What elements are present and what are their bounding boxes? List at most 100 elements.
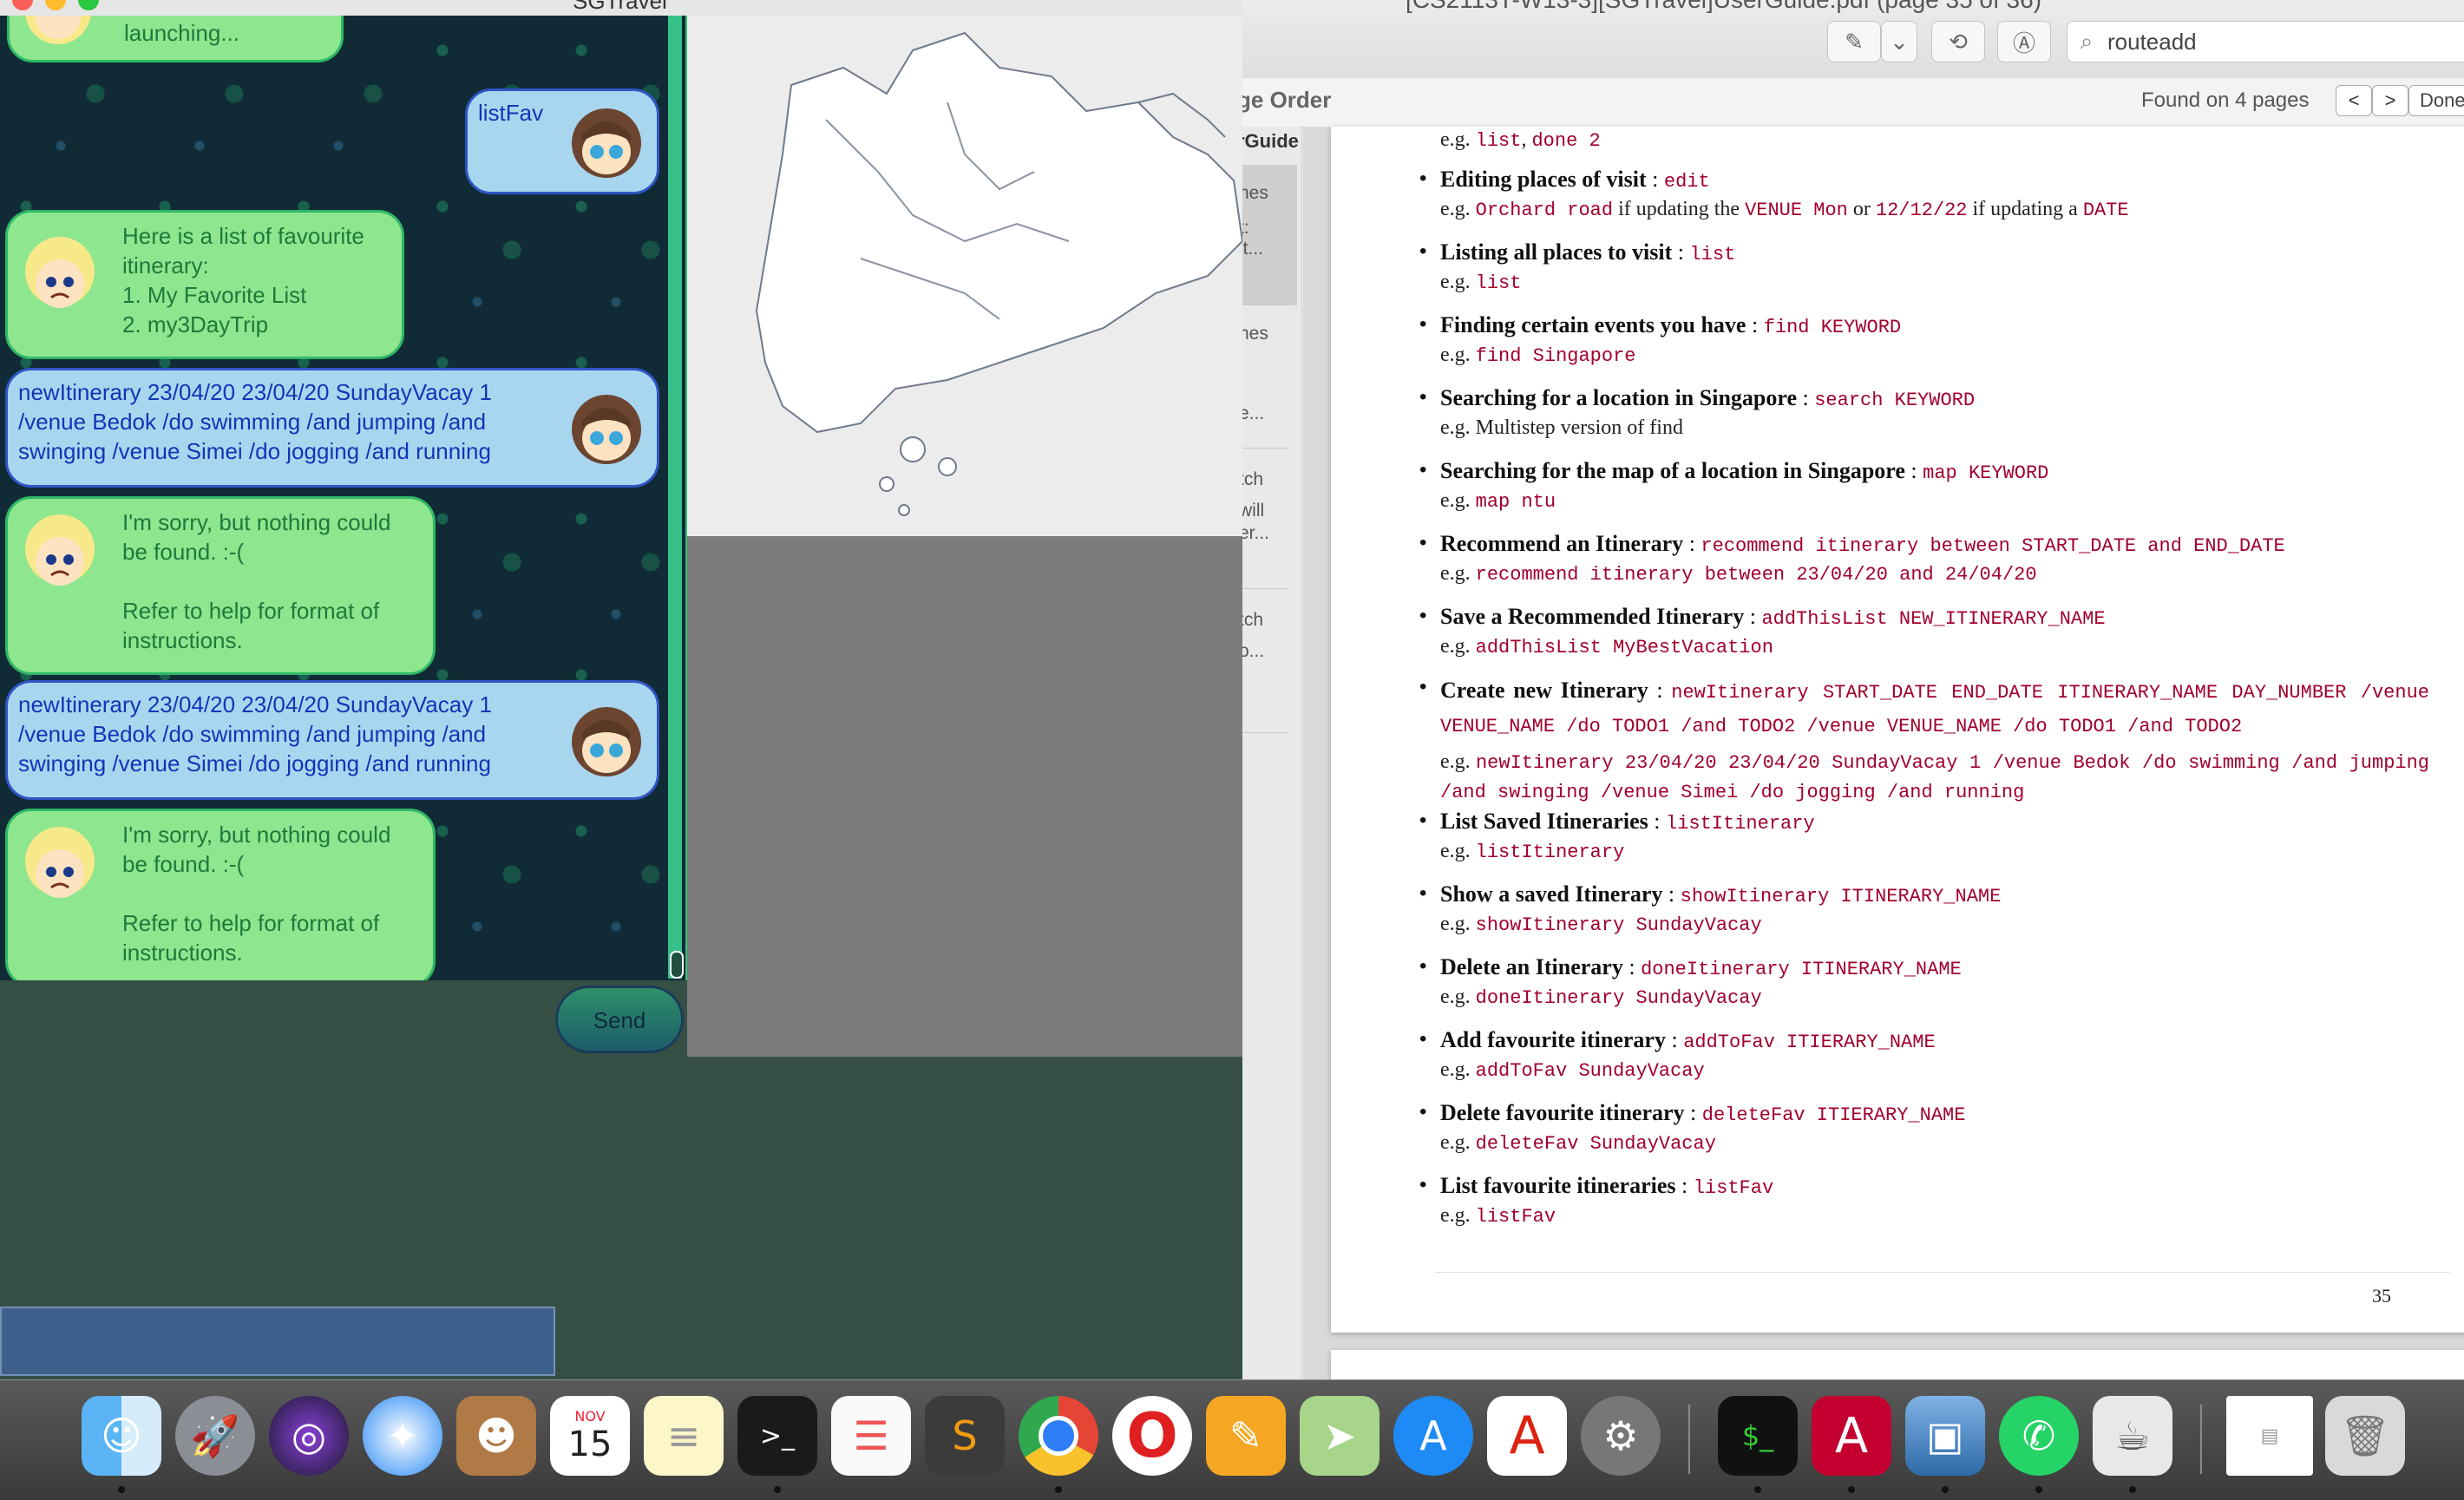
search-input[interactable] [2106,27,2439,56]
reminders-icon[interactable]: ☰ [831,1396,911,1476]
heading-text: Save a Recommended Itinerary [1440,604,1745,629]
chat-pane[interactable]: launching... listFav Here is a list of f… [0,16,689,980]
pdf-document-area[interactable]: e.g. list, done 2 • Editing places of vi… [1303,127,2464,1388]
trash-icon[interactable]: 🗑 [2325,1396,2405,1476]
doc-heading: Add favourite itinerary : addToFav ITIER… [1440,1027,1936,1053]
running-indicator [774,1486,781,1493]
screenshot-thumbnail-icon[interactable]: ▤ [2226,1396,2313,1476]
example-prefix: e.g. [1440,271,1471,293]
search-field[interactable]: ⌕ [2067,21,2464,62]
search-result-item[interactable]: tch [1239,468,1263,491]
running-indicator [1055,1486,1062,1493]
find-next-button[interactable]: > [2372,85,2408,116]
markup-dropdown-button[interactable]: ⌄ [1881,21,1917,62]
app-store-icon[interactable]: A [1393,1396,1473,1476]
example-prefix: e.g. [1440,344,1471,366]
script-editor-icon[interactable]: ☕ [2093,1396,2172,1476]
chat-scroll-thumb[interactable] [670,951,684,979]
doc-example: e.g. listFav [1440,1204,2429,1228]
bot-avatar-icon [25,827,95,898]
example-prefix: e.g. [1440,750,1471,773]
message-text: listFav [478,100,544,126]
bot-message: Here is a list of favourite itinerary: 1… [5,210,404,359]
search-result-item[interactable]: it... [1239,238,1263,260]
doc-heading: Finding certain events you have : find K… [1440,312,1902,338]
bullet-icon: • [1419,312,1427,336]
example-code: DATE [2082,200,2129,221]
doc-example: e.g. recommend itinerary between 23/04/2… [1440,562,2429,586]
message-line: be found. :-( [122,539,245,565]
opera-icon[interactable]: O [1112,1396,1192,1476]
chrome-icon[interactable] [1019,1396,1098,1476]
bot-avatar-icon [25,514,95,586]
doc-item: • Delete favourite itinerary : deleteFav… [1419,1100,2429,1155]
rotate-button[interactable]: ⟲ [1931,21,1985,62]
running-indicator [1942,1486,1949,1493]
doc-heading: Searching for a location in Singapore : … [1440,385,1976,411]
search-result-item[interactable]: o... [1239,640,1264,663]
message-text: launching... [124,20,239,46]
message-line: 1. My Favorite List [122,282,307,308]
iterm-icon[interactable]: $_ [1718,1396,1798,1476]
maps-icon[interactable]: ➤ [1300,1396,1379,1476]
example-code: recommend itinerary between 23/04/20 and… [1475,564,2037,586]
command-syntax: addThisList NEW_ITINERARY_NAME [1761,608,2106,630]
search-result-item[interactable]: er... [1239,522,1269,545]
find-done-button[interactable]: Done [2408,85,2464,116]
search-result-item[interactable]: will [1239,500,1264,522]
message-line: newItinerary 23/04/20 23/04/20 SundayVac… [18,379,492,405]
pages-icon[interactable]: ✎ [1206,1396,1286,1476]
found-count: Found on 4 pages [2141,88,2310,112]
heading-text: Show a saved Itinerary [1440,881,1663,907]
finder-icon[interactable]: ☺ [82,1396,161,1476]
example-text: if updating a [1967,198,2083,220]
example-code: deleteFav SundayVacay [1475,1133,1716,1155]
bullet-icon: • [1419,531,1427,554]
sublime-text-icon[interactable]: S [925,1396,1005,1476]
bullet-icon: • [1419,1100,1427,1123]
example-code: showItinerary SundayVacay [1475,914,1762,936]
divider [1239,732,1289,733]
whatsapp-icon[interactable]: ✆ [1999,1396,2079,1476]
minimize-window-button[interactable] [45,0,66,10]
zoom-window-button[interactable] [78,0,99,10]
heading-text: Create new Itinerary [1440,678,1648,703]
bullet-icon: • [1419,881,1427,905]
find-previous-button[interactable]: < [2336,85,2372,116]
doc-item: • List favourite itineraries : listFav e… [1419,1173,2429,1228]
search-result-item[interactable]: nes [1239,323,1268,345]
send-button[interactable]: Send [555,986,684,1053]
chat-scrollbar[interactable] [668,16,682,979]
search-result-item[interactable]: nes [1239,182,1268,205]
doc-heading: Listing all places to visit : list [1440,239,1736,265]
markup-toolbar-button[interactable]: Ⓐ [1997,21,2051,62]
acrobat-icon[interactable]: A [1487,1396,1567,1476]
safari-icon[interactable]: ✦ [363,1396,442,1476]
contacts-icon[interactable]: ☻ [456,1396,536,1476]
doc-heading: Searching for the map of a location in S… [1440,458,2049,484]
doc-example: e.g. list, done 2 [1440,128,2429,152]
close-window-button[interactable] [12,0,33,10]
message-line: Refer to help for format of [122,598,380,624]
command-syntax: map KEYWORD [1923,462,2049,484]
doc-heading: Editing places of visit : edit [1440,167,1710,193]
launchpad-icon[interactable]: 🚀 [175,1396,255,1476]
notes-icon[interactable]: ≡ [644,1396,724,1476]
angular-icon[interactable]: A [1812,1396,1891,1476]
markup-pen-button[interactable]: ✎ [1827,21,1881,62]
command-syntax: addToFav ITIERARY_NAME [1683,1032,1936,1053]
search-result-item[interactable]: e... [1239,403,1264,425]
command-syntax: listItinerary [1666,813,1815,835]
preview-icon[interactable]: ▣ [1905,1396,1985,1476]
search-result-item[interactable]: tch [1239,609,1263,632]
example-prefix: e.g. [1440,635,1471,658]
calendar-month: NOV [574,1407,606,1425]
command-input[interactable] [0,1307,555,1376]
calendar-day: 15 [567,1424,613,1464]
system-preferences-icon[interactable]: ⚙ [1581,1396,1661,1476]
siri-icon[interactable]: ◎ [269,1396,349,1476]
terminal-icon[interactable]: >_ [737,1396,817,1476]
example-prefix: e.g. [1440,840,1471,862]
calendar-icon[interactable]: NOV 15 [550,1396,630,1476]
find-bar: ge Order Found on 4 pages < > Done [1232,78,2464,128]
